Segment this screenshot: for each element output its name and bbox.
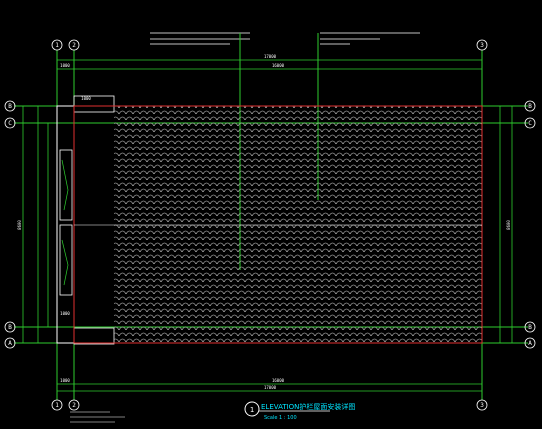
- drawing-scale: Scale 1 : 100: [264, 415, 297, 421]
- axis-top-1: 1: [55, 42, 59, 49]
- dim-bottom-panel-small: 1000: [60, 311, 70, 316]
- axis-bubbles-top: [51, 39, 488, 51]
- bottom-left-notes: [70, 411, 125, 423]
- axis-bubbles-left: [4, 100, 16, 349]
- axis-bottom-2: 2: [72, 402, 76, 409]
- dim-main-top: 16000: [272, 63, 285, 68]
- dim-panel-width: 1000: [81, 96, 91, 101]
- cad-elevation-drawing: 17000 1000 16000 1000 16000 17000 8600 8…: [4, 32, 536, 423]
- dim-left-vertical-total: 8600: [17, 220, 22, 230]
- axis-bottom-3: 3: [480, 402, 484, 409]
- dim-left-part-top: 1000: [60, 63, 70, 68]
- drawing-title: ELEVATION护栏屋面安装详图: [261, 402, 355, 411]
- dim-overall-top: 17000: [264, 54, 277, 59]
- dim-overall-bottom: 17000: [264, 385, 277, 390]
- axis-right-a: A: [528, 340, 532, 347]
- roof-tile-field: [73, 105, 483, 344]
- axis-right-c: C: [528, 120, 532, 127]
- left-dimension-lines: [22, 106, 49, 343]
- axis-bottom-1: 1: [55, 402, 59, 409]
- axis-bubbles-right: [524, 100, 536, 349]
- axis-right-b-top: B: [528, 103, 532, 110]
- top-dimension-lines: [57, 57, 482, 72]
- dim-left-part-bottom: 1000: [60, 378, 70, 383]
- dim-main-bottom: 16000: [272, 378, 285, 383]
- dim-right-vertical-total: 8600: [506, 220, 511, 230]
- axis-left-b-bottom: B: [8, 324, 12, 331]
- axis-top-2: 2: [72, 42, 76, 49]
- axis-left-b-top: B: [8, 103, 12, 110]
- axis-left-c: C: [8, 120, 12, 127]
- axis-top-3: 3: [480, 42, 484, 49]
- axis-left-a: A: [8, 340, 12, 347]
- title-number: 1: [250, 406, 254, 414]
- left-column-panel: [56, 95, 115, 345]
- axis-right-b-bottom: B: [528, 324, 532, 331]
